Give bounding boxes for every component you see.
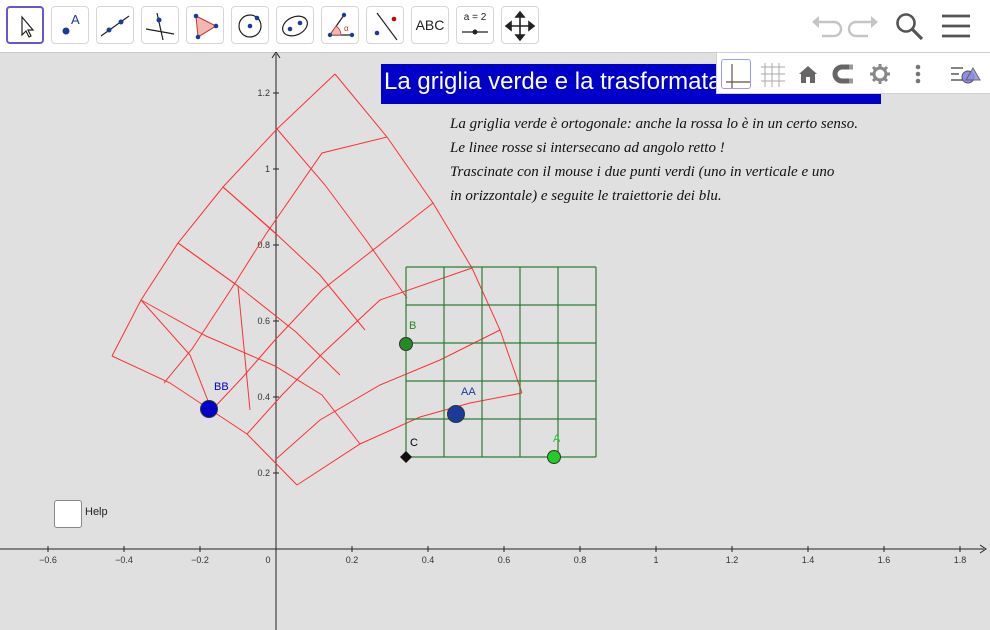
undo-button[interactable] bbox=[808, 8, 844, 44]
search-icon bbox=[896, 13, 924, 41]
x-tick-label: 1.2 bbox=[726, 555, 739, 565]
red-transformed-grid bbox=[111, 73, 523, 486]
y-tick-label: 0.6 bbox=[257, 316, 270, 326]
style-bar-toggle-icon bbox=[951, 67, 981, 84]
red-grid-curve bbox=[111, 73, 336, 357]
x-tick-label: 0 bbox=[265, 555, 270, 565]
x-tick-label: 0.8 bbox=[574, 555, 587, 565]
x-tick-label: 0.6 bbox=[498, 555, 511, 565]
x-tick-label: 0.2 bbox=[346, 555, 359, 565]
point-label-c: C bbox=[410, 437, 418, 449]
redo-button[interactable] bbox=[846, 8, 882, 44]
x-tick-label: −0.6 bbox=[39, 555, 57, 565]
angle-tool[interactable]: α bbox=[321, 6, 359, 44]
angle-tool-alpha: α bbox=[344, 24, 349, 33]
more-vertical-icon bbox=[915, 64, 921, 84]
point-aa[interactable] bbox=[447, 405, 465, 423]
y-tick-label: 1 bbox=[265, 164, 270, 174]
standard-view-button[interactable] bbox=[793, 59, 823, 89]
circle-tool[interactable] bbox=[231, 6, 269, 44]
x-tick-label: 0.4 bbox=[422, 555, 435, 565]
red-grid-curve bbox=[209, 202, 434, 413]
ellipse-icon bbox=[282, 15, 308, 37]
point-tool[interactable]: A bbox=[51, 6, 89, 44]
angle-icon bbox=[327, 12, 355, 38]
y-tick-label: 0.4 bbox=[257, 392, 270, 402]
text-tool[interactable]: ABC bbox=[411, 6, 449, 44]
instruction-line-1: La griglia verde è ortogonale: anche la … bbox=[450, 116, 859, 132]
ellipse-tool[interactable] bbox=[276, 6, 314, 44]
perpendicular-tool[interactable] bbox=[141, 6, 179, 44]
axes-icon bbox=[726, 64, 750, 88]
x-tick-label: 1.8 bbox=[954, 555, 967, 565]
x-tick-label: −0.2 bbox=[191, 555, 209, 565]
axes: −0.6 −0.4 −0.2 0 0.2 0.4 0.6 0.8 1 1.2 1.4 1.6 1.8 1.… bbox=[0, 52, 987, 630]
point-label-aa: AA bbox=[461, 386, 476, 398]
y-tick-label: 1.2 bbox=[257, 88, 270, 98]
x-tick-label: 1.6 bbox=[878, 555, 891, 565]
x-tick-label: 1 bbox=[653, 555, 658, 565]
help-label: Help bbox=[85, 506, 108, 518]
redo-icon bbox=[847, 16, 878, 38]
red-grid-curve bbox=[222, 186, 366, 331]
point-icon bbox=[62, 27, 70, 35]
text-tool-label: ABC bbox=[415, 17, 445, 33]
point-bb[interactable] bbox=[200, 400, 218, 418]
magnet-icon bbox=[832, 64, 853, 84]
point-c[interactable] bbox=[400, 451, 412, 463]
instruction-line-4: in orizzontale) e seguite le traiettorie… bbox=[450, 188, 722, 204]
point-label-a: A bbox=[553, 433, 561, 445]
cursor-arrow-icon bbox=[21, 15, 35, 38]
graphics-settings-button[interactable] bbox=[865, 59, 895, 89]
x-tick-label: −0.4 bbox=[115, 555, 133, 565]
y-tick-label: 0.2 bbox=[257, 468, 270, 478]
point-capturing-button[interactable] bbox=[829, 59, 859, 89]
undo-icon bbox=[812, 16, 843, 38]
point-label-bb: BB bbox=[214, 381, 229, 393]
reflect-about-line-icon bbox=[374, 12, 398, 41]
points bbox=[200, 337, 561, 464]
line-through-points-icon bbox=[100, 15, 130, 37]
help-checkbox[interactable] bbox=[54, 500, 82, 528]
toggle-style-bar-button[interactable] bbox=[949, 59, 981, 89]
x-tick-label: 1.4 bbox=[802, 555, 815, 565]
red-grid-curve bbox=[140, 299, 213, 412]
polygon-tool[interactable] bbox=[186, 6, 224, 44]
show-grid-toggle[interactable] bbox=[757, 59, 787, 89]
polygon-icon bbox=[193, 13, 219, 40]
line-tool[interactable] bbox=[96, 6, 134, 44]
instruction-line-3: Trascinate con il mouse i due punti verd… bbox=[450, 164, 835, 180]
gear-icon bbox=[870, 64, 890, 84]
red-grid-curve bbox=[177, 242, 341, 376]
slider-icon bbox=[462, 29, 488, 35]
move-arrows-icon bbox=[504, 10, 536, 42]
more-options-button[interactable] bbox=[903, 59, 933, 89]
grid-icon bbox=[761, 63, 785, 87]
slider-tool[interactable]: a = 2 bbox=[456, 6, 494, 44]
red-grid-curve bbox=[111, 355, 298, 486]
point-a[interactable] bbox=[547, 450, 561, 464]
main-menu-button[interactable] bbox=[938, 8, 974, 44]
point-tool-letter: A bbox=[71, 12, 80, 27]
red-grid-curve bbox=[140, 299, 361, 445]
move-tool[interactable] bbox=[6, 6, 44, 44]
hamburger-menu-icon bbox=[942, 14, 970, 38]
toolbar: A α ABC a = 2 bbox=[0, 0, 990, 53]
point-label-b: B bbox=[409, 320, 417, 332]
perpendicular-line-icon bbox=[145, 12, 175, 41]
point-b[interactable] bbox=[399, 337, 413, 351]
red-grid-curve bbox=[246, 267, 473, 435]
style-bar bbox=[716, 52, 990, 94]
home-icon bbox=[799, 66, 817, 83]
circle-center-point-icon bbox=[238, 14, 262, 38]
search-button[interactable] bbox=[891, 8, 927, 44]
instruction-line-2: Le linee rosse si intersecano ad angolo … bbox=[450, 140, 725, 156]
show-axes-toggle[interactable] bbox=[721, 59, 751, 89]
reflect-tool[interactable] bbox=[366, 6, 404, 44]
red-grid-curve bbox=[276, 128, 408, 299]
red-grid-curve bbox=[222, 186, 277, 235]
move-view-tool[interactable] bbox=[501, 6, 539, 44]
graphics-view[interactable]: −0.6 −0.4 −0.2 0 0.2 0.4 0.6 0.8 1 1.2 1.4 1.6 1.8 1.… bbox=[0, 52, 990, 630]
